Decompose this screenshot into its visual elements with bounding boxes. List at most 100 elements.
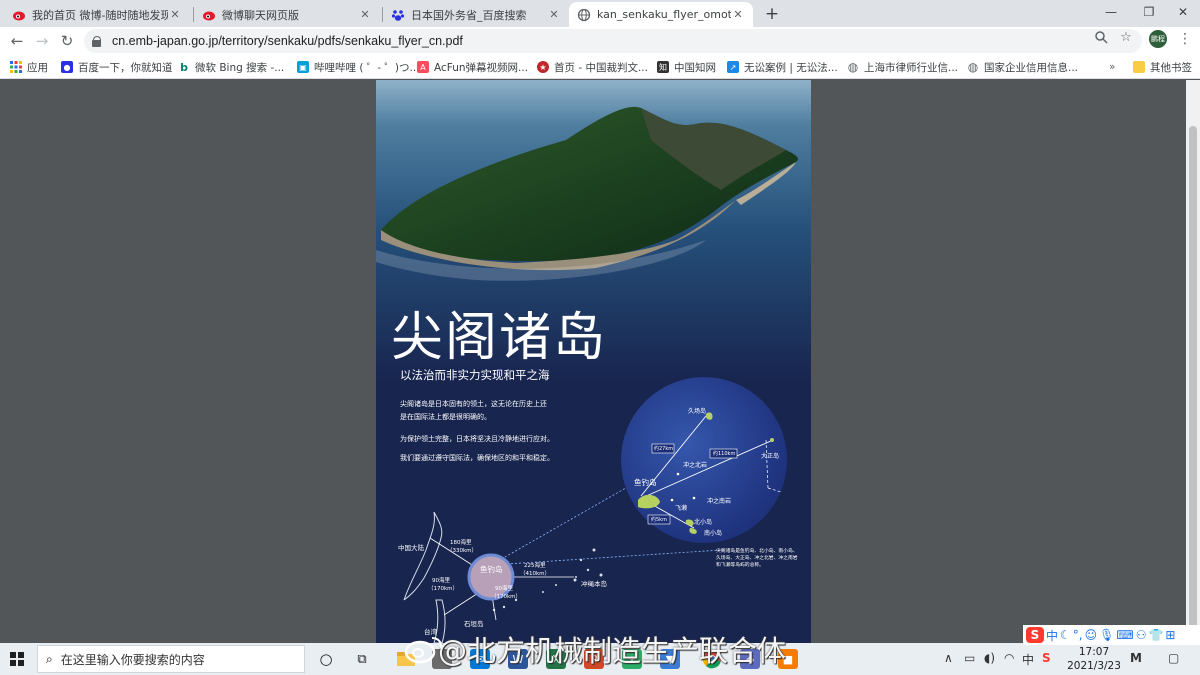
- tab-baidu-search[interactable]: 日本国外务省_百度搜索 ✕: [383, 2, 569, 27]
- label-dist-china-km: （330km）: [447, 548, 478, 554]
- label-kitakojima: 北小岛: [694, 519, 713, 526]
- menu-icon[interactable]: ⋮: [1178, 31, 1192, 47]
- scrollbar-thumb[interactable]: [1189, 126, 1197, 631]
- bookmark-label: AcFun弹幕视频网...: [434, 61, 529, 74]
- windows-start-icon[interactable]: [10, 652, 24, 666]
- emoji-icon[interactable]: ☺: [1085, 628, 1098, 642]
- bookmark-label: 其他书签: [1150, 61, 1192, 74]
- ime-language[interactable]: 中: [1046, 627, 1058, 644]
- tab-senkaku-pdf[interactable]: kan_senkaku_flyer_omote ✕: [569, 2, 753, 27]
- inset-caption: 尖阁诸岛是鱼钓岛、北小岛、南小岛、 久场岛、大正岛、冲之北岩、冲之南岩 和飞濑等…: [716, 548, 798, 569]
- bookmark-other[interactable]: 其他书签: [1133, 59, 1192, 75]
- skin-icon[interactable]: 👕: [1148, 628, 1163, 642]
- clock-date: 2021/3/23: [1067, 660, 1121, 672]
- close-tab-icon[interactable]: ✕: [168, 8, 182, 21]
- task-view-icon[interactable]: ⧉: [352, 649, 372, 669]
- label-dist-ishigaki-km: （170km）: [491, 594, 522, 600]
- tab-weibo-home[interactable]: 我的首页 微博-随时随地发现新鲜 ✕: [4, 2, 190, 27]
- zoom-icon[interactable]: [1092, 30, 1110, 48]
- bookmark-label: 首页 - 中国裁判文...: [554, 61, 648, 74]
- bookmark-label: 微软 Bing 搜索 -...: [195, 61, 285, 74]
- weibo-watermark-logo-icon: [404, 637, 443, 664]
- weibo-icon: [202, 8, 216, 22]
- acfun-icon: A: [417, 61, 429, 73]
- volume-icon[interactable]: ◖): [984, 651, 995, 665]
- pdf-page: 尖阁诸岛 以法治而非实力实现和平之海 尖阁诸岛是日本固有的领土，这无论在历史上还…: [376, 80, 811, 643]
- label-tobise: 飞濑: [675, 505, 688, 512]
- label-dist-ishigaki-nm: 90海里: [495, 586, 513, 592]
- bookmark-cnki[interactable]: 知 中国知网: [657, 59, 716, 75]
- sogou-icon[interactable]: S: [1042, 651, 1051, 665]
- user-icon[interactable]: ⚇: [1136, 628, 1147, 642]
- forward-button[interactable]: →: [31, 31, 53, 51]
- avatar[interactable]: 鹏程: [1149, 30, 1167, 48]
- cnki-icon: 知: [657, 61, 669, 73]
- lock-icon[interactable]: [92, 36, 102, 47]
- close-window-button[interactable]: ✕: [1160, 0, 1200, 27]
- bookmark-apps[interactable]: 应用: [10, 59, 48, 75]
- bookmark-court[interactable]: ★ 首页 - 中国裁判文...: [537, 59, 648, 75]
- bookmarks-overflow-icon[interactable]: »: [1109, 59, 1115, 75]
- tab-title: 我的首页 微博-随时随地发现新鲜: [32, 8, 168, 22]
- vertical-scrollbar[interactable]: [1186, 80, 1200, 643]
- bookmark-label: 哔哩哔哩 ( ゜- ゜)つ...: [314, 61, 420, 74]
- bookmark-credit[interactable]: ◍ 国家企业信用信息...: [967, 59, 1078, 75]
- label-minamikojima: 南小岛: [704, 530, 723, 537]
- app-tray-icon[interactable]: M: [1130, 651, 1142, 665]
- punctuation-icon[interactable]: °,: [1073, 628, 1083, 642]
- bookmark-bilibili[interactable]: ▣ 哔哩哔哩 ( ゜- ゜)つ...: [297, 59, 420, 75]
- system-clock[interactable]: 17:07 2021/3/23: [1064, 645, 1124, 673]
- bookmark-label: 上海市律师行业信...: [864, 61, 959, 74]
- bookmark-label: 无讼案例 | 无讼法...: [744, 61, 838, 74]
- taskbar-search-input[interactable]: ⌕ 在这里输入你要搜索的内容: [37, 645, 305, 673]
- inset-caption-line: 和飞濑等岛屿的总称。: [716, 563, 764, 568]
- bookmarks-bar: 应用 ● 百度一下，你就知道 b 微软 Bing 搜索 -... ▣ 哔哩哔哩 …: [0, 55, 1200, 79]
- bilibili-icon: ▣: [297, 61, 309, 73]
- new-tab-button[interactable]: +: [762, 4, 782, 24]
- emblem-icon: ★: [537, 61, 549, 73]
- bookmark-label: 百度一下，你就知道: [78, 61, 173, 74]
- globe-icon: ◍: [847, 60, 859, 74]
- bookmark-baidu[interactable]: ● 百度一下，你就知道: [61, 59, 173, 75]
- bookmark-lawyer[interactable]: ◍ 上海市律师行业信...: [847, 59, 958, 75]
- globe-icon: ◍: [967, 60, 979, 74]
- tray-overflow-icon[interactable]: ∧: [944, 651, 953, 665]
- bookmark-star-icon[interactable]: ☆: [1117, 30, 1135, 45]
- label-taisho: 大正岛: [761, 453, 780, 460]
- close-tab-icon[interactable]: ✕: [358, 8, 372, 21]
- ime-toolbar: S 中 ☾ °, ☺ 🎙 ⌨ ⚇ 👕 ⊞: [1023, 625, 1200, 645]
- tab-weibo-chat[interactable]: 微博聊天网页版 ✕: [194, 2, 380, 27]
- clock-time: 17:07: [1078, 646, 1110, 658]
- bookmark-label: 国家企业信用信息...: [984, 61, 1079, 74]
- close-tab-icon[interactable]: ✕: [547, 8, 561, 21]
- watermark: @北方机械制造生产联合体: [438, 634, 787, 668]
- label-dist-china-nm: 180海里: [450, 540, 472, 546]
- bookmark-label: 应用: [27, 61, 48, 74]
- bookmark-wusong[interactable]: ↗ 无讼案例 | 无讼法...: [727, 59, 838, 75]
- tab-title: 日本国外务省_百度搜索: [411, 8, 527, 22]
- label-uotsuri-inset: 鱼钓岛: [634, 478, 657, 487]
- address-bar[interactable]: cn.emb-japan.go.jp/territory/senkaku/pdf…: [84, 29, 1142, 53]
- browser-toolbar: ← → ↻ cn.emb-japan.go.jp/territory/senka…: [0, 27, 1200, 55]
- baidu-paw-icon: [391, 8, 405, 22]
- microphone-icon[interactable]: 🎙: [1099, 628, 1114, 642]
- toolbox-icon[interactable]: ⊞: [1165, 628, 1175, 642]
- moon-icon[interactable]: ☾: [1060, 628, 1071, 642]
- wifi-icon[interactable]: ◠: [1004, 651, 1014, 665]
- tab-title: 微博聊天网页版: [222, 8, 299, 22]
- sogou-logo-icon[interactable]: S: [1026, 627, 1044, 643]
- back-button[interactable]: ←: [6, 31, 28, 51]
- cortana-icon[interactable]: ○: [316, 649, 336, 669]
- keyboard-icon[interactable]: ⌨: [1116, 628, 1133, 642]
- ime-indicator[interactable]: 中: [1022, 651, 1034, 668]
- label-d110: 约110km: [713, 451, 736, 457]
- notifications-icon[interactable]: ▢: [1168, 651, 1179, 665]
- reload-button[interactable]: ↻: [56, 31, 78, 51]
- label-okinominamiiwa: 冲之南岩: [707, 498, 732, 505]
- battery-icon[interactable]: ▭: [964, 651, 975, 665]
- close-tab-icon[interactable]: ✕: [731, 8, 745, 21]
- bookmark-bing[interactable]: b 微软 Bing 搜索 -...: [178, 59, 284, 75]
- url-text: cn.emb-japan.go.jp/territory/senkaku/pdf…: [112, 34, 463, 48]
- search-placeholder: 在这里输入你要搜索的内容: [60, 652, 205, 667]
- bookmark-acfun[interactable]: A AcFun弹幕视频网...: [417, 59, 528, 75]
